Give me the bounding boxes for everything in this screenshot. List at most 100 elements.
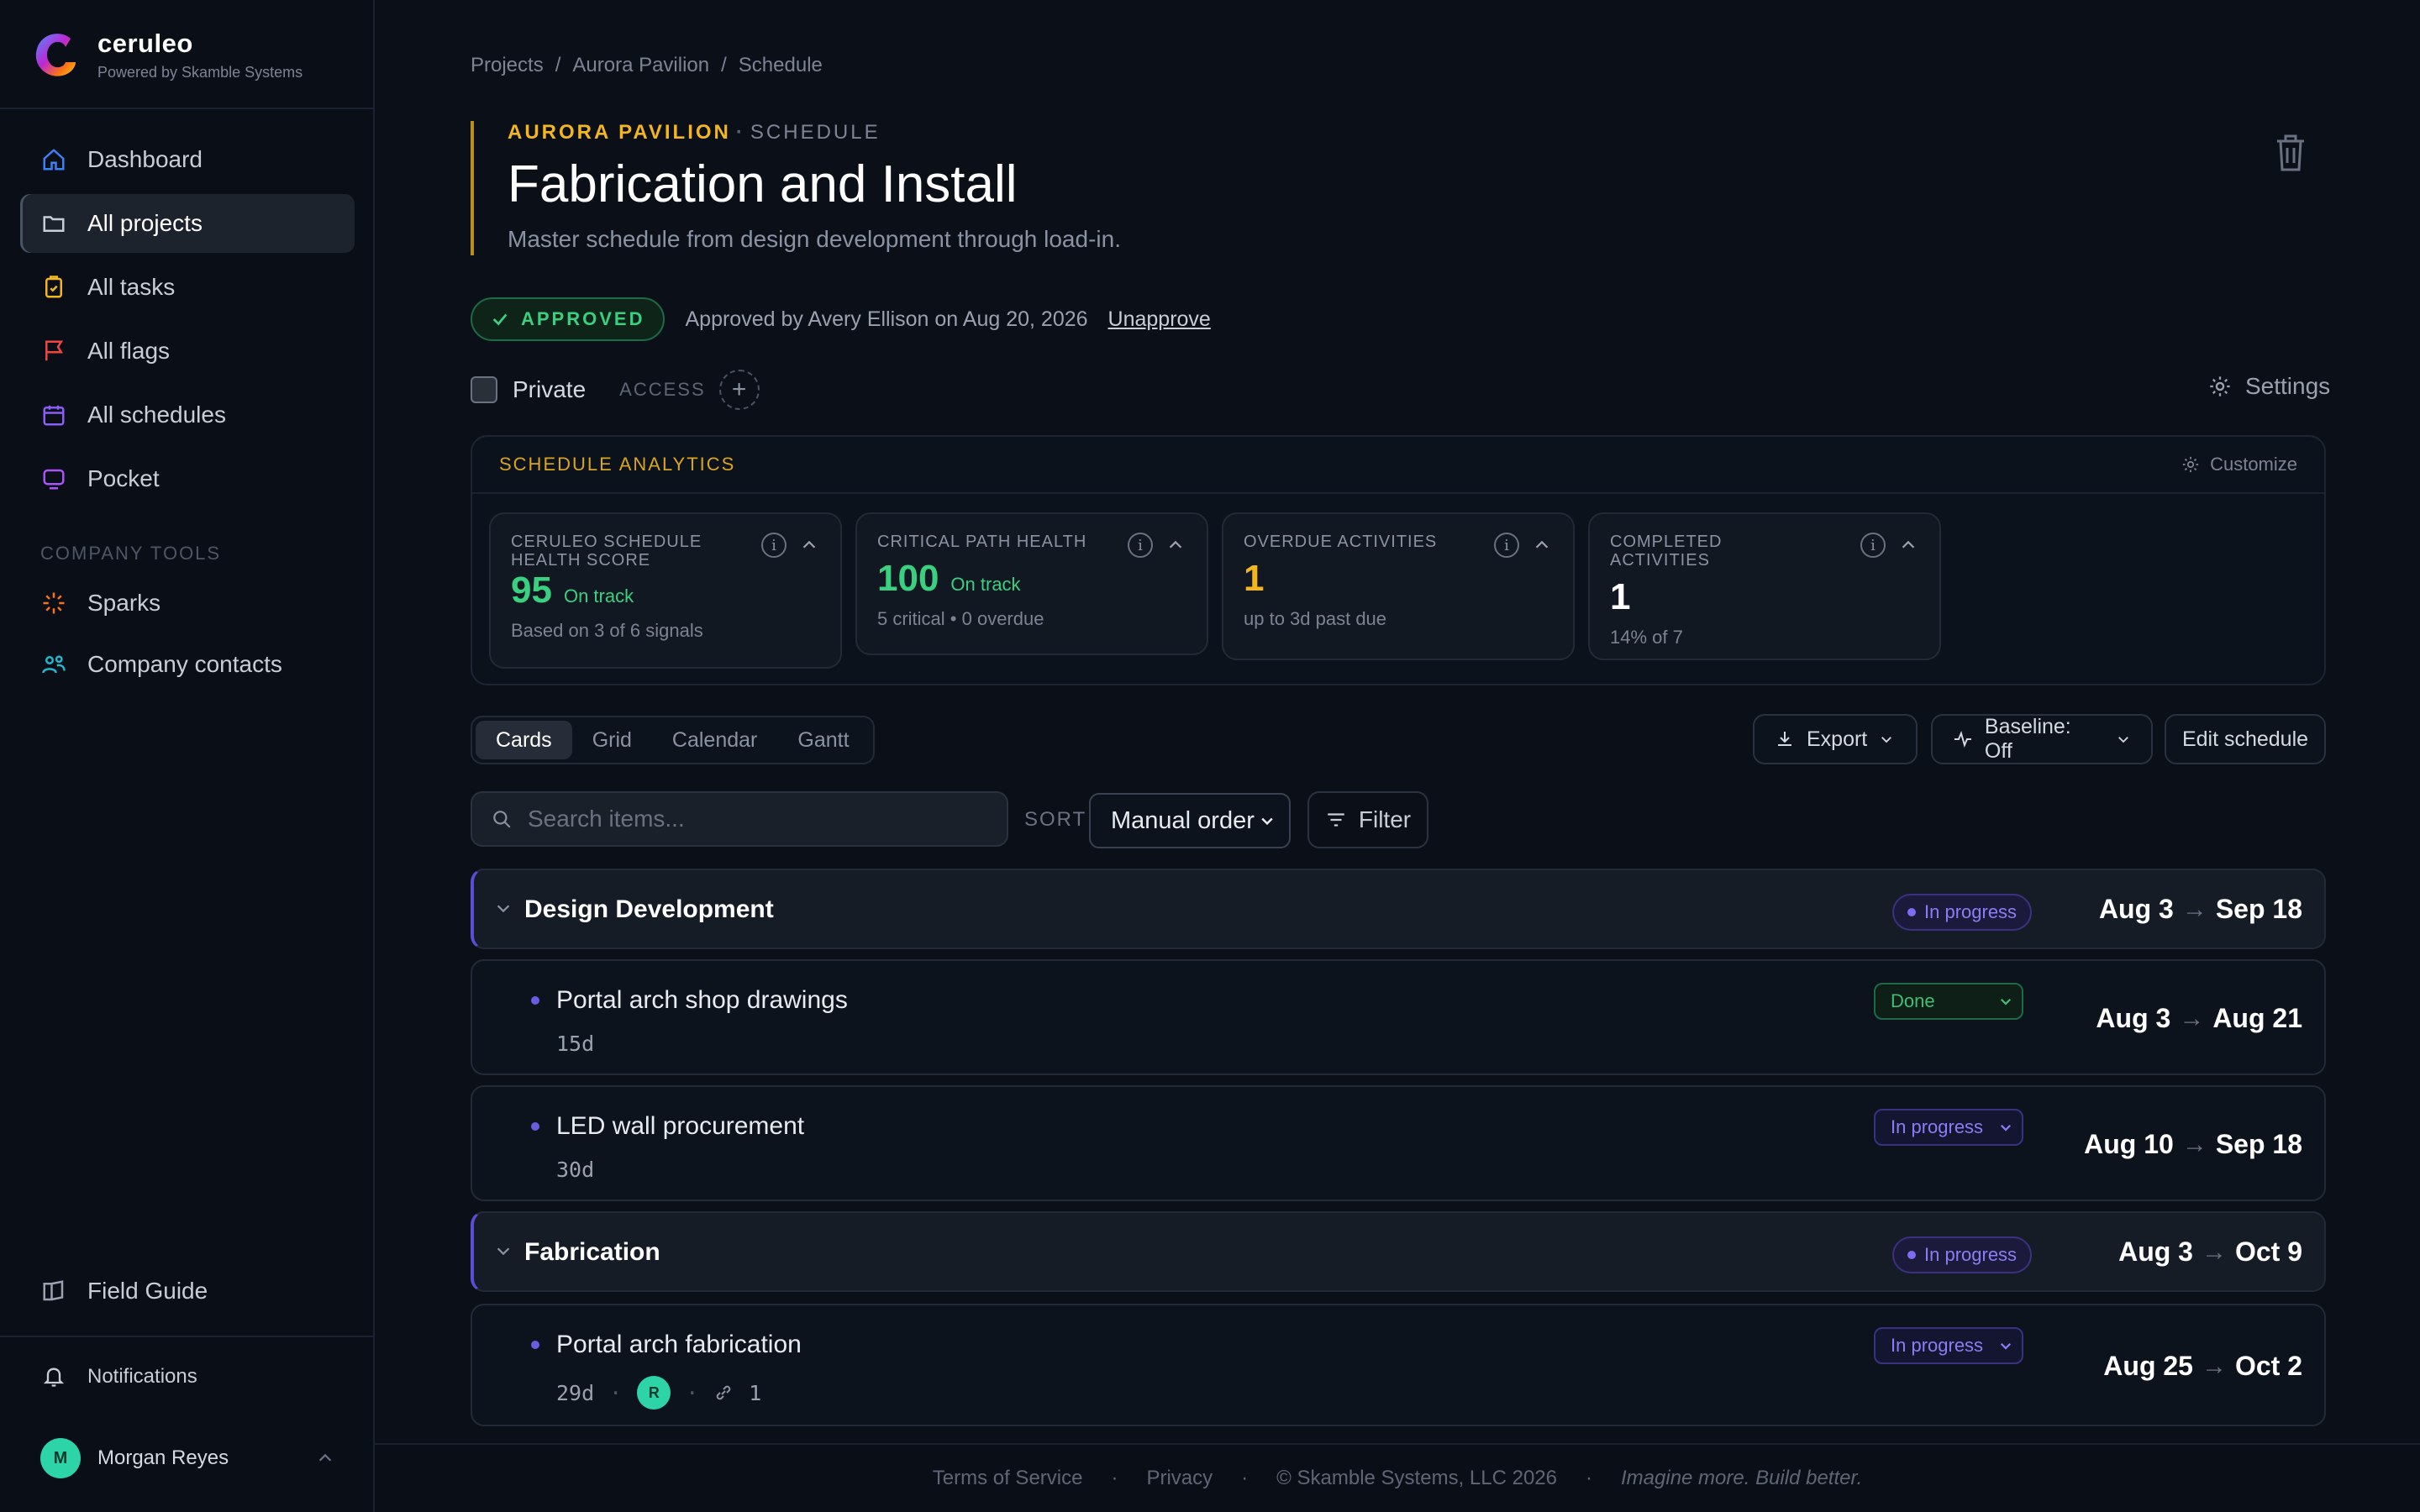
info-icon[interactable]: i bbox=[1128, 533, 1153, 558]
search-input[interactable] bbox=[528, 806, 981, 832]
export-button[interactable]: Export bbox=[1753, 714, 1918, 764]
date-range: Aug 3 → Sep 18 bbox=[2099, 894, 2302, 925]
private-checkbox[interactable] bbox=[471, 376, 497, 403]
status-select[interactable]: In progress bbox=[1874, 1327, 2023, 1364]
sidebar-item-company-contacts[interactable]: Company contacts bbox=[20, 635, 355, 694]
item-meta: 29d · R · 1 bbox=[556, 1376, 761, 1410]
sidebar-item-all-projects[interactable]: All projects bbox=[20, 194, 355, 253]
unapprove-link[interactable]: Unapprove bbox=[1108, 307, 1211, 332]
metric-footnote: up to 3d past due bbox=[1244, 608, 1387, 629]
tab-gantt[interactable]: Gantt bbox=[777, 721, 869, 759]
sidebar-item-dashboard[interactable]: Dashboard bbox=[20, 130, 355, 189]
status-label: In progress bbox=[1924, 901, 2018, 922]
copyright: © Skamble Systems, LLC 2026 bbox=[1276, 1467, 1557, 1489]
search-box bbox=[471, 791, 1008, 847]
info-icon[interactable]: i bbox=[761, 533, 786, 558]
group-row-fabrication[interactable]: Fabrication In progress Aug 3 → Oct 9 bbox=[471, 1211, 2326, 1292]
metric-footnote: 5 critical • 0 overdue bbox=[877, 608, 1044, 629]
trash-icon[interactable] bbox=[2274, 133, 2307, 173]
approved-badge: APPROVED bbox=[471, 297, 666, 341]
add-access-button[interactable]: + bbox=[718, 370, 760, 410]
tab-cards[interactable]: Cards bbox=[476, 721, 572, 759]
chevron-up-icon[interactable] bbox=[1533, 536, 1551, 554]
item-bullet bbox=[531, 1122, 539, 1131]
sidebar-item-label: Company contacts bbox=[87, 651, 282, 677]
chevron-down-icon[interactable] bbox=[494, 899, 513, 917]
calendar-icon bbox=[40, 402, 67, 428]
metric-status: On track bbox=[950, 574, 1021, 595]
info-icon[interactable]: i bbox=[1860, 533, 1886, 558]
privacy-link[interactable]: Privacy bbox=[1146, 1467, 1213, 1490]
chevron-down-icon bbox=[1261, 817, 1273, 826]
arrow-right-icon: → bbox=[2201, 1352, 2227, 1380]
analytics-header: SCHEDULE ANALYTICS Customize bbox=[472, 437, 2324, 494]
user-name: Morgan Reyes bbox=[97, 1446, 229, 1469]
item-title: Portal arch shop drawings bbox=[556, 986, 848, 1014]
sidebar-item-sparks[interactable]: Sparks bbox=[20, 574, 355, 633]
filter-button[interactable]: Filter bbox=[1307, 791, 1428, 848]
privacy-row: Private ACCESS + bbox=[471, 370, 760, 410]
tab-grid[interactable]: Grid bbox=[572, 721, 652, 759]
info-icon[interactable]: i bbox=[1494, 533, 1519, 558]
sidebar-item-label: Notifications bbox=[87, 1365, 197, 1388]
breadcrumb-separator: / bbox=[555, 54, 561, 76]
terms-link[interactable]: Terms of Service bbox=[933, 1467, 1083, 1490]
arrow-right-icon: → bbox=[2181, 1130, 2207, 1158]
footer-separator: · bbox=[1586, 1467, 1592, 1489]
chevron-up-icon[interactable] bbox=[800, 536, 818, 554]
user-menu[interactable]: M Morgan Reyes bbox=[40, 1438, 334, 1478]
sidebar-item-all-flags[interactable]: All flags bbox=[20, 322, 355, 381]
start-date: Aug 25 bbox=[2103, 1351, 2193, 1381]
access-label: ACCESS bbox=[619, 379, 706, 400]
settings-button[interactable]: Settings bbox=[2208, 373, 2330, 400]
metric-value: 95 bbox=[511, 570, 552, 611]
item-duration: 15d bbox=[556, 1032, 595, 1056]
start-date: Aug 3 bbox=[2118, 1236, 2193, 1267]
sidebar-item-field-guide[interactable]: Field Guide bbox=[20, 1262, 355, 1320]
metric-label: COMPLETED ACTIVITIES bbox=[1610, 533, 1723, 570]
brand[interactable]: ceruleo Powered by Skamble Systems bbox=[32, 25, 302, 84]
sidebar-item-label: Dashboard bbox=[87, 146, 203, 172]
sort-select[interactable]: Manual order bbox=[1089, 793, 1291, 848]
metric-label: OVERDUE ACTIVITIES bbox=[1244, 533, 1438, 551]
eyebrow: AURORA PAVILION · SCHEDULE bbox=[508, 121, 881, 144]
sidebar-item-label: All tasks bbox=[87, 274, 176, 300]
chevron-down-icon[interactable] bbox=[494, 1242, 513, 1260]
pulse-icon bbox=[1954, 731, 1971, 748]
baseline-button[interactable]: Baseline: Off bbox=[1931, 714, 2153, 764]
avatar: M bbox=[40, 1438, 81, 1478]
status-label: In progress bbox=[1891, 1335, 1984, 1356]
chevron-up-icon[interactable] bbox=[1166, 536, 1185, 554]
baseline-label: Baseline: Off bbox=[1984, 715, 2071, 763]
status-select[interactable]: Done bbox=[1874, 983, 2023, 1020]
sidebar-item-all-schedules[interactable]: All schedules bbox=[20, 386, 355, 444]
chevron-up-icon[interactable] bbox=[1899, 536, 1918, 554]
item-row-portal-arch-fabrication[interactable]: Portal arch fabrication 29d · R · 1 In p… bbox=[471, 1304, 2326, 1426]
tab-calendar[interactable]: Calendar bbox=[652, 721, 777, 759]
item-row-portal-arch-shop-drawings[interactable]: Portal arch shop drawings 15d Done Aug 3… bbox=[471, 959, 2326, 1075]
item-row-led-wall-procurement[interactable]: LED wall procurement 30d In progress Aug… bbox=[471, 1085, 2326, 1201]
metric-value: 1 bbox=[1244, 558, 1265, 599]
breadcrumb-aurora-pavilion[interactable]: Aurora Pavilion bbox=[572, 54, 709, 77]
item-duration: 30d bbox=[556, 1158, 595, 1182]
assignee-avatar[interactable]: R bbox=[637, 1376, 671, 1410]
arrow-right-icon: → bbox=[2181, 895, 2207, 923]
breadcrumb-projects[interactable]: Projects bbox=[471, 54, 544, 77]
group-title: Fabrication bbox=[524, 1238, 660, 1266]
approval-text: Approved by Avery Ellison on Aug 20, 202… bbox=[685, 307, 1088, 331]
edit-schedule-button[interactable]: Edit schedule bbox=[2165, 714, 2326, 764]
search-icon bbox=[493, 811, 511, 828]
customize-button[interactable]: Customize bbox=[2181, 454, 2297, 475]
export-label: Export bbox=[1807, 727, 1868, 751]
status-select[interactable]: In progress bbox=[1874, 1109, 2023, 1146]
item-bullet bbox=[531, 1341, 539, 1349]
sidebar-item-notifications[interactable]: Notifications bbox=[20, 1347, 355, 1406]
metric-footnote: 14% of 7 bbox=[1610, 627, 1683, 648]
eyebrow-project[interactable]: AURORA PAVILION bbox=[508, 121, 731, 144]
sidebar-item-pocket[interactable]: Pocket bbox=[20, 449, 355, 508]
start-date: Aug 3 bbox=[2096, 1003, 2171, 1033]
sidebar-item-all-tasks[interactable]: All tasks bbox=[20, 258, 355, 317]
group-row-design-development[interactable]: Design Development In progress Aug 3 → S… bbox=[471, 869, 2326, 949]
metric-label: CERULEO SCHEDULE HEALTH SCORE bbox=[511, 533, 702, 570]
pocket-icon bbox=[40, 465, 67, 492]
